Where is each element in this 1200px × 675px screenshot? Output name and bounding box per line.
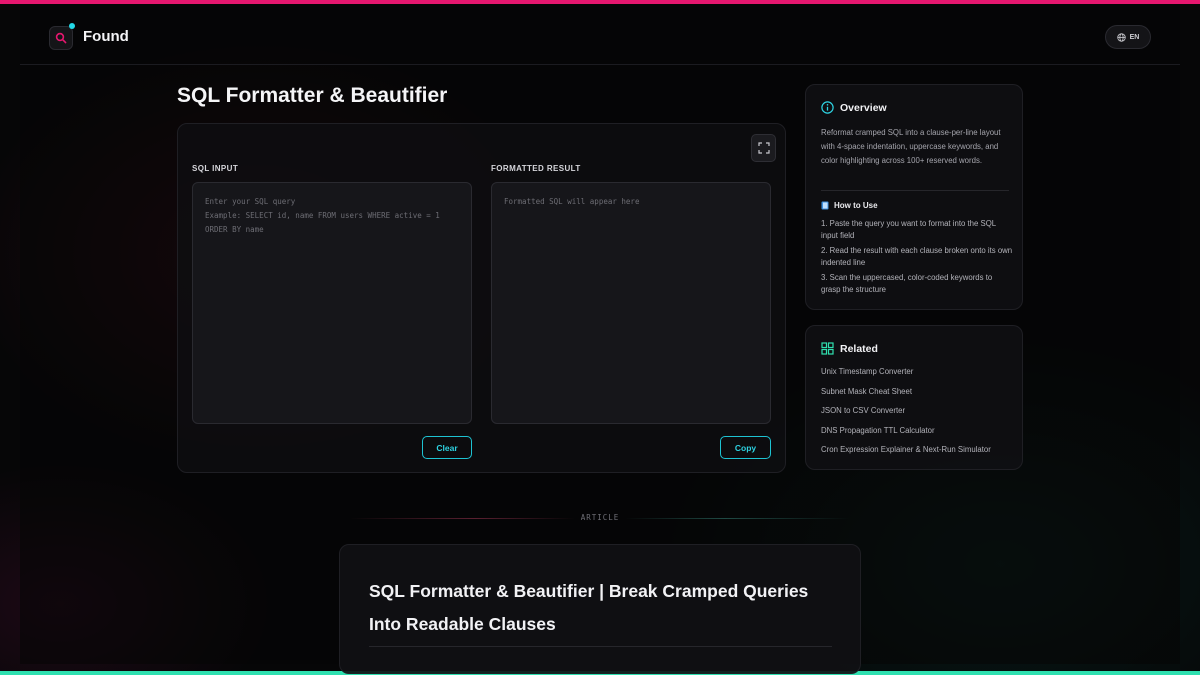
formatter-tool-card: SQL INPUT FORMATTED RESULT Formatted SQL… — [177, 123, 786, 473]
globe-icon — [1116, 32, 1126, 42]
sql-input-textarea[interactable] — [192, 182, 472, 424]
sql-input-label: SQL INPUT — [192, 164, 239, 173]
language-label: EN — [1129, 33, 1140, 41]
clear-button[interactable]: Clear — [422, 436, 472, 459]
fullscreen-icon — [757, 142, 770, 154]
article-card: SQL Formatter & Beautifier | Break Cramp… — [339, 544, 861, 674]
related-link[interactable]: Cron Expression Explainer & Next-Run Sim… — [821, 444, 991, 464]
book-icon — [821, 201, 829, 210]
howto-steps: 1. Paste the query you want to format in… — [821, 218, 1013, 299]
related-link[interactable]: Subnet Mask Cheat Sheet — [821, 386, 991, 406]
info-icon — [821, 101, 834, 114]
search-icon — [55, 32, 67, 44]
language-button[interactable]: EN — [1105, 25, 1151, 49]
related-link[interactable]: Unix Timestamp Converter — [821, 366, 991, 386]
fullscreen-button[interactable] — [751, 134, 776, 162]
howto-step: 2. Read the result with each clause brok… — [821, 246, 1013, 267]
formatted-result-output[interactable]: Formatted SQL will appear here — [491, 182, 771, 424]
article-divider — [369, 646, 832, 647]
howto-step: 3. Scan the uppercased, color-coded keyw… — [821, 273, 993, 294]
article-title: SQL Formatter & Beautifier | Break Cramp… — [369, 581, 809, 634]
howto-step: 1. Paste the query you want to format in… — [821, 219, 996, 240]
related-link[interactable]: JSON to CSV Converter — [821, 405, 991, 425]
related-card: Related Unix Timestamp Converter Subnet … — [805, 325, 1023, 470]
overview-card: Overview Reformat cramped SQL into a cla… — [805, 84, 1023, 310]
related-title: Related — [840, 342, 878, 355]
logo-indicator-dot — [69, 23, 75, 29]
brand-name[interactable]: Found — [83, 28, 129, 45]
logo-button[interactable] — [49, 23, 75, 50]
howto-title: How to Use — [834, 201, 878, 210]
overview-description: Reformat cramped SQL into a clause-per-l… — [821, 128, 1001, 165]
formatted-result-label: FORMATTED RESULT — [491, 164, 581, 173]
howto-heading: How to Use — [821, 201, 878, 210]
site-header: Found EN — [20, 4, 1180, 65]
related-heading: Related — [821, 342, 878, 355]
page-title: SQL Formatter & Beautifier — [177, 84, 448, 107]
overview-title: Overview — [840, 101, 887, 114]
grid-icon — [821, 342, 834, 355]
overview-divider — [821, 190, 1009, 191]
copy-button[interactable]: Copy — [720, 436, 771, 459]
related-link[interactable]: DNS Propagation TTL Calculator — [821, 425, 991, 445]
overview-heading: Overview — [821, 101, 887, 114]
article-label: ARTICLE — [580, 513, 620, 522]
related-links: Unix Timestamp Converter Subnet Mask Che… — [821, 366, 991, 464]
